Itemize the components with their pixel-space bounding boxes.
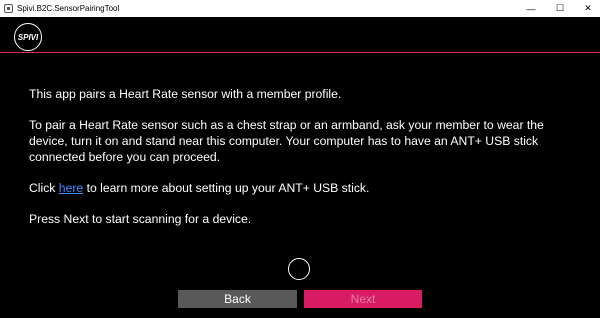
ant-help-text: Click here to learn more about setting u…: [29, 180, 574, 196]
logo-text: SPIVI: [17, 32, 39, 42]
next-button[interactable]: Next: [304, 290, 422, 308]
header-divider: [0, 52, 600, 53]
ant-help-suffix: to learn more about setting up your ANT+…: [83, 181, 370, 195]
next-button-label: Next: [350, 292, 376, 306]
spivi-logo: SPIVI: [14, 23, 42, 51]
minimize-button[interactable]: —: [516, 0, 546, 17]
loading-spinner-icon: [288, 258, 310, 280]
pairing-instructions: To pair a Heart Rate sensor such as a ch…: [29, 118, 544, 164]
intro-text: This app pairs a Heart Rate sensor with …: [29, 87, 342, 101]
next-instruction: Press Next to start scanning for a devic…: [29, 212, 252, 226]
ant-help-prefix: Click: [29, 181, 59, 195]
here-link[interactable]: here: [59, 181, 83, 195]
instructions: This app pairs a Heart Rate sensor with …: [29, 86, 574, 242]
close-button[interactable]: ✕: [573, 0, 600, 17]
back-button-label: Back: [224, 292, 251, 306]
app-header: SPIVI: [0, 17, 600, 52]
app-icon: [4, 4, 13, 13]
maximize-button[interactable]: ☐: [545, 0, 575, 17]
back-button[interactable]: Back: [178, 290, 297, 308]
window-title: Spivi.B2C.SensorPairingTool: [17, 4, 120, 13]
title-bar: Spivi.B2C.SensorPairingTool — ☐ ✕: [0, 0, 600, 17]
